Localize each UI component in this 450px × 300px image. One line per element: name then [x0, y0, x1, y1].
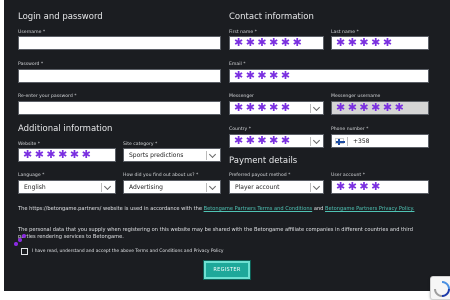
- country-label: Country *: [229, 127, 252, 132]
- chevron-down-icon: [313, 104, 322, 113]
- messenger-username-input[interactable]: ✱✱✱✱✱✱: [331, 101, 429, 115]
- site-category-value: Sports predictions: [129, 152, 184, 159]
- messenger-username-label: Messenger username: [331, 94, 381, 99]
- terms-text: The https://betongame.partners/ website …: [18, 206, 204, 212]
- accept-terms-checkbox[interactable]: [21, 248, 28, 255]
- last-name-value: ✱✱✱✱✱: [336, 36, 395, 49]
- password-input[interactable]: [18, 69, 221, 83]
- accept-terms-label: I have read, understand and accept the a…: [32, 249, 224, 254]
- email-label: Email *: [229, 62, 246, 67]
- user-account-value: ✱✱✱✱: [336, 180, 383, 193]
- chevron-down-icon: [104, 183, 113, 192]
- reenter-password-input[interactable]: [18, 101, 221, 115]
- password-label: Password *: [18, 62, 44, 67]
- first-name-value: ✱✱✱✱✱✱: [234, 36, 305, 49]
- phone-label: Phone number *: [331, 127, 369, 132]
- country-select[interactable]: ✱✱✱✱✱: [229, 134, 324, 148]
- chevron-down-icon: [209, 183, 218, 192]
- username-label: Username *: [18, 30, 46, 35]
- user-account-label: User account *: [331, 173, 365, 178]
- language-value: English: [24, 184, 46, 191]
- privacy-policy-link[interactable]: Betongame Partners Privacy Policy.: [325, 206, 414, 212]
- user-account-input[interactable]: ✱✱✱✱: [331, 180, 429, 194]
- chevron-down-icon: [209, 151, 218, 160]
- heard-about-label: How did you find out about us? *: [123, 173, 199, 178]
- phone-input[interactable]: +358: [331, 134, 429, 148]
- country-value: ✱✱✱✱✱: [234, 134, 293, 147]
- first-name-label: First name *: [229, 30, 257, 35]
- recaptcha-icon[interactable]: [430, 276, 450, 300]
- terms-link[interactable]: Betongame Partners Terms and Conditions: [204, 206, 313, 212]
- payout-method-select[interactable]: Player account: [229, 180, 324, 194]
- heard-about-select[interactable]: Advertising: [123, 180, 221, 194]
- messenger-username-value: ✱✱✱✱✱✱: [336, 101, 407, 114]
- reenter-password-label: Re-enter your password *: [18, 94, 77, 99]
- section-title-contact: Contact information: [229, 12, 314, 22]
- site-category-select[interactable]: Sports predictions: [123, 148, 221, 162]
- payout-method-label: Preferred payout method *: [229, 173, 291, 178]
- payout-method-value: Player account: [235, 184, 280, 191]
- terms-paragraph: The https://betongame.partners/ website …: [18, 206, 420, 213]
- website-label: Website *: [18, 142, 41, 147]
- register-button[interactable]: REGISTER: [204, 261, 250, 279]
- last-name-label: Last name *: [331, 30, 359, 35]
- website-value: ✱✱✱✱✱✱: [23, 148, 94, 161]
- data-sharing-paragraph: The personal data that you supply when r…: [18, 227, 413, 240]
- terms-and: and: [312, 206, 326, 212]
- phone-value: +358: [353, 138, 370, 145]
- messenger-select[interactable]: ✱✱✱✱✱: [229, 101, 324, 115]
- section-title-additional: Additional information: [18, 124, 113, 134]
- email-value: ✱✱✱✱✱: [234, 69, 293, 82]
- section-title-payment: Payment details: [229, 156, 298, 166]
- language-label: Language *: [18, 173, 45, 178]
- messenger-value: ✱✱✱✱✱: [234, 101, 293, 114]
- section-title-login: Login and password: [18, 12, 103, 22]
- finland-flag-icon: [335, 138, 345, 145]
- chevron-down-icon: [313, 137, 322, 146]
- site-category-label: Site category *: [123, 142, 158, 147]
- language-select[interactable]: English: [18, 180, 116, 194]
- messenger-label: Messenger: [229, 94, 254, 99]
- website-input[interactable]: ✱✱✱✱✱✱: [18, 148, 116, 162]
- first-name-input[interactable]: ✱✱✱✱✱✱: [229, 36, 324, 50]
- username-input[interactable]: [18, 36, 221, 50]
- last-name-input[interactable]: ✱✱✱✱✱: [331, 36, 429, 50]
- email-input[interactable]: ✱✱✱✱✱: [229, 69, 429, 83]
- heard-about-value: Advertising: [129, 184, 163, 191]
- registration-form: Login and password Contact information A…: [4, 0, 450, 291]
- chevron-down-icon: [313, 183, 322, 192]
